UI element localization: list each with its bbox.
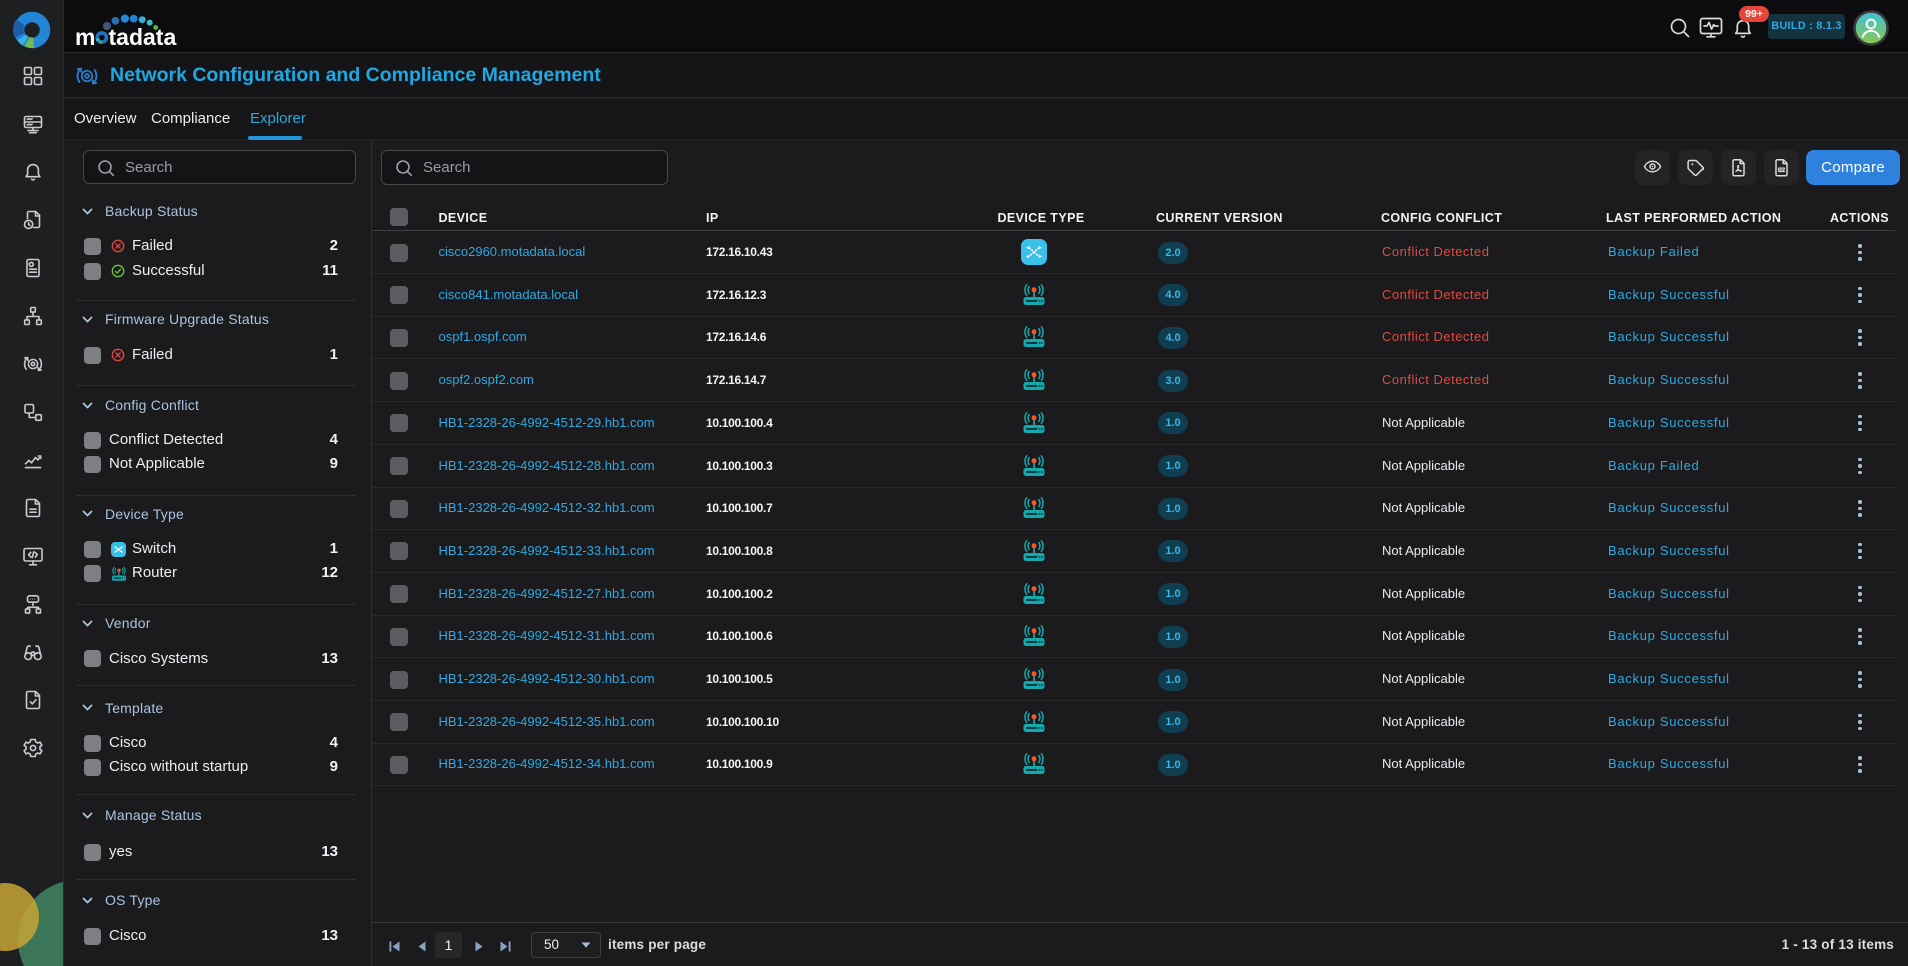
svg-text:tadata: tadata	[109, 24, 177, 50]
svg-text:CSV: CSV	[1779, 168, 1787, 172]
svg-text:m: m	[75, 24, 95, 50]
